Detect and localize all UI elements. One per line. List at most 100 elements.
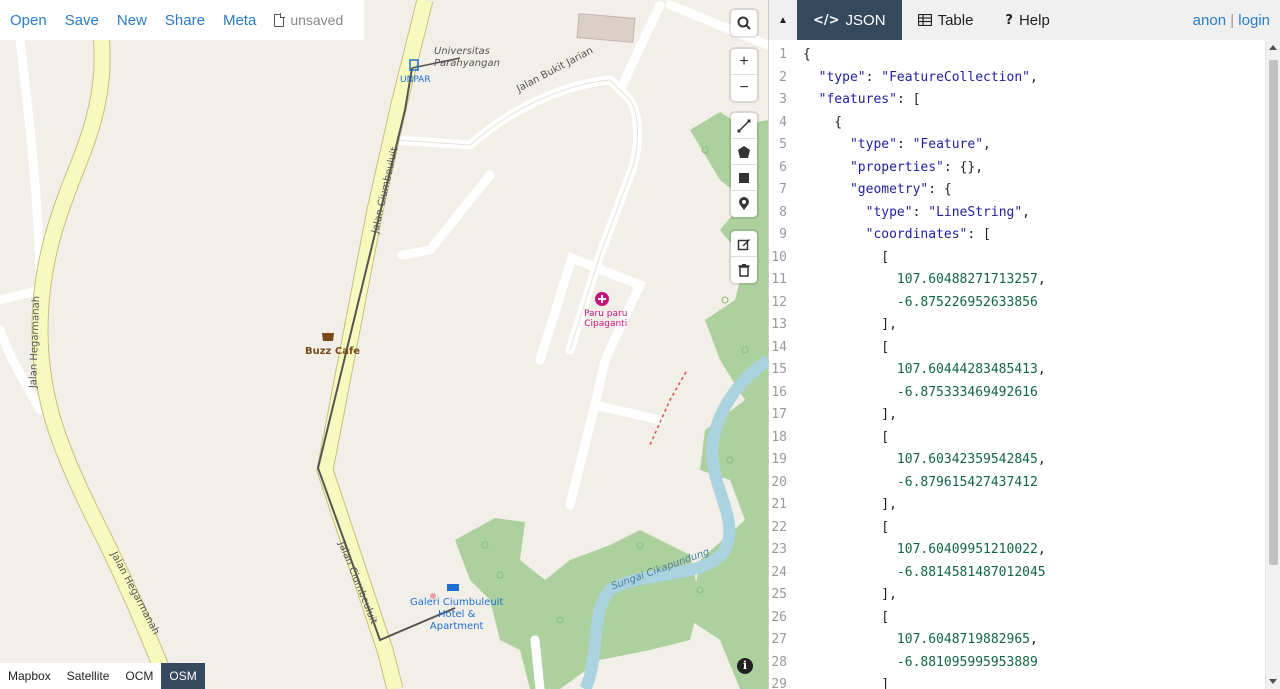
file-icon bbox=[274, 13, 285, 27]
search-button[interactable] bbox=[731, 10, 757, 36]
basemap[interactable] bbox=[0, 0, 768, 689]
json-editor[interactable]: 1{2 "type": "FeatureCollection", 3 "featu… bbox=[769, 40, 1280, 689]
code-text: ] bbox=[803, 677, 890, 689]
plus-icon: + bbox=[739, 52, 749, 70]
tab-json[interactable]: </> JSON bbox=[797, 0, 902, 40]
layer-satellite[interactable]: Satellite bbox=[59, 663, 118, 689]
file-status[interactable]: unsaved bbox=[274, 12, 343, 28]
building bbox=[576, 13, 636, 43]
code-text: ], bbox=[803, 407, 897, 422]
zoom-control: + − bbox=[731, 49, 757, 101]
layer-ocm[interactable]: OCM bbox=[117, 663, 161, 689]
label-unpar: UNPAR bbox=[400, 75, 431, 85]
scroll-down-arrow[interactable] bbox=[1269, 679, 1277, 684]
code-line[interactable]: 25 ], bbox=[769, 584, 1265, 607]
code-line[interactable]: 24 -6.8814581487012045 bbox=[769, 562, 1265, 585]
code-line[interactable]: 27 107.6048719882965, bbox=[769, 629, 1265, 652]
scroll-up-arrow[interactable] bbox=[1269, 45, 1277, 50]
draw-polygon-button[interactable] bbox=[731, 139, 757, 165]
code-line[interactable]: 5 "type": "Feature", bbox=[769, 134, 1265, 157]
line-number: 12 bbox=[771, 294, 787, 310]
code-line[interactable]: 16 -6.875333469492616 bbox=[769, 382, 1265, 405]
login-link[interactable]: login bbox=[1238, 12, 1270, 29]
code-line[interactable]: 18 [ bbox=[769, 427, 1265, 450]
code-line[interactable]: 28 -6.881095995953889 bbox=[769, 652, 1265, 675]
line-number: 14 bbox=[771, 339, 787, 355]
edit-icon bbox=[737, 238, 750, 250]
code-line[interactable]: 12 -6.875226952633856 bbox=[769, 292, 1265, 315]
line-number: 27 bbox=[771, 632, 787, 647]
code-line[interactable]: 15 107.60444283485413, bbox=[769, 359, 1265, 382]
trash-icon bbox=[738, 264, 750, 277]
menu-share[interactable]: Share bbox=[165, 12, 205, 29]
code-line[interactable]: 1{ bbox=[769, 44, 1265, 67]
sidebar-panel: ▲ </> JSON Table ? Help anon | login 1{2… bbox=[768, 0, 1280, 689]
code-line[interactable]: 22 [ bbox=[769, 517, 1265, 540]
line-number: 4 bbox=[779, 114, 787, 130]
footpath bbox=[649, 371, 687, 446]
collapse-button[interactable]: ▲ bbox=[769, 0, 797, 40]
code-line[interactable]: 3 "features": [ bbox=[769, 89, 1265, 112]
draw-line-button[interactable] bbox=[731, 113, 757, 139]
code-line[interactable]: 4 { bbox=[769, 112, 1265, 135]
cafe-icon bbox=[322, 333, 334, 341]
code-line[interactable]: 29 ] bbox=[769, 674, 1265, 689]
menu-meta[interactable]: Meta bbox=[223, 12, 256, 29]
code-text: [ bbox=[803, 339, 890, 355]
layer-switch: Mapbox Satellite OCM OSM bbox=[0, 663, 205, 689]
code-line[interactable]: 20 -6.879615427437412 bbox=[769, 472, 1265, 495]
code-line[interactable]: 10 [ bbox=[769, 247, 1265, 270]
code-text: "type": "LineString", bbox=[865, 204, 1030, 220]
code-line[interactable]: 23 107.60409951210022, bbox=[769, 539, 1265, 562]
code-line[interactable]: 14 [ bbox=[769, 337, 1265, 360]
code-text: ], bbox=[803, 317, 897, 332]
tab-table[interactable]: Table bbox=[902, 0, 990, 40]
line-number: 18 bbox=[771, 429, 787, 445]
code-text: 107.60409951210022, bbox=[896, 542, 1046, 557]
menu-save[interactable]: Save bbox=[65, 12, 99, 29]
draw-marker-button[interactable] bbox=[731, 191, 757, 217]
line-number: 19 bbox=[771, 452, 787, 467]
polygon-icon bbox=[738, 145, 750, 158]
user-links: anon | login bbox=[1193, 12, 1270, 29]
layer-osm[interactable]: OSM bbox=[161, 663, 205, 689]
delete-layers-button[interactable] bbox=[731, 257, 757, 283]
code-line[interactable]: 21 ], bbox=[769, 494, 1265, 517]
map-view[interactable]: Universitas Parahyangan UNPAR Jalan Buki… bbox=[0, 0, 768, 689]
code-line[interactable]: 19 107.60342359542845, bbox=[769, 449, 1265, 472]
info-icon[interactable]: i bbox=[737, 658, 753, 674]
draw-rectangle-button[interactable] bbox=[731, 165, 757, 191]
code-line[interactable]: 6 "properties": {}, bbox=[769, 157, 1265, 180]
zoom-in-button[interactable]: + bbox=[731, 49, 757, 75]
code-line[interactable]: 11 107.60488271713257, bbox=[769, 269, 1265, 292]
code-text: 107.60444283485413, bbox=[896, 362, 1046, 377]
code-text: "geometry": { bbox=[849, 182, 952, 197]
line-number: 8 bbox=[779, 204, 787, 220]
code-line[interactable]: 9 "coordinates": [ bbox=[769, 224, 1265, 247]
help-icon: ? bbox=[1005, 12, 1013, 28]
menu-open[interactable]: Open bbox=[10, 12, 47, 29]
line-number: 2 bbox=[779, 69, 787, 85]
code-line[interactable]: 17 ], bbox=[769, 404, 1265, 427]
code-line[interactable]: 2 "type": "FeatureCollection", bbox=[769, 67, 1265, 90]
edit-layers-button[interactable] bbox=[731, 231, 757, 257]
line-number: 9 bbox=[779, 227, 787, 242]
anon-link[interactable]: anon bbox=[1193, 12, 1226, 29]
draw-control bbox=[731, 113, 757, 217]
code-line[interactable]: 13 ], bbox=[769, 314, 1265, 337]
code-line[interactable]: 26 [ bbox=[769, 607, 1265, 630]
editor-scrollbar[interactable] bbox=[1265, 40, 1280, 689]
layer-mapbox[interactable]: Mapbox bbox=[0, 663, 59, 689]
zoom-out-button[interactable]: − bbox=[731, 75, 757, 101]
app-root: Universitas Parahyangan UNPAR Jalan Buki… bbox=[0, 0, 1280, 689]
code-text: "features": [ bbox=[818, 92, 921, 107]
tab-help[interactable]: ? Help bbox=[989, 0, 1065, 40]
line-number: 17 bbox=[771, 407, 787, 422]
scroll-thumb[interactable] bbox=[1269, 60, 1278, 565]
code-text: 107.60342359542845, bbox=[896, 452, 1046, 467]
code-line[interactable]: 8 "type": "LineString", bbox=[769, 202, 1265, 225]
menu-new[interactable]: New bbox=[117, 12, 147, 29]
hotel-icon bbox=[447, 584, 459, 591]
tab-help-label: Help bbox=[1018, 11, 1050, 29]
code-line[interactable]: 7 "geometry": { bbox=[769, 179, 1265, 202]
